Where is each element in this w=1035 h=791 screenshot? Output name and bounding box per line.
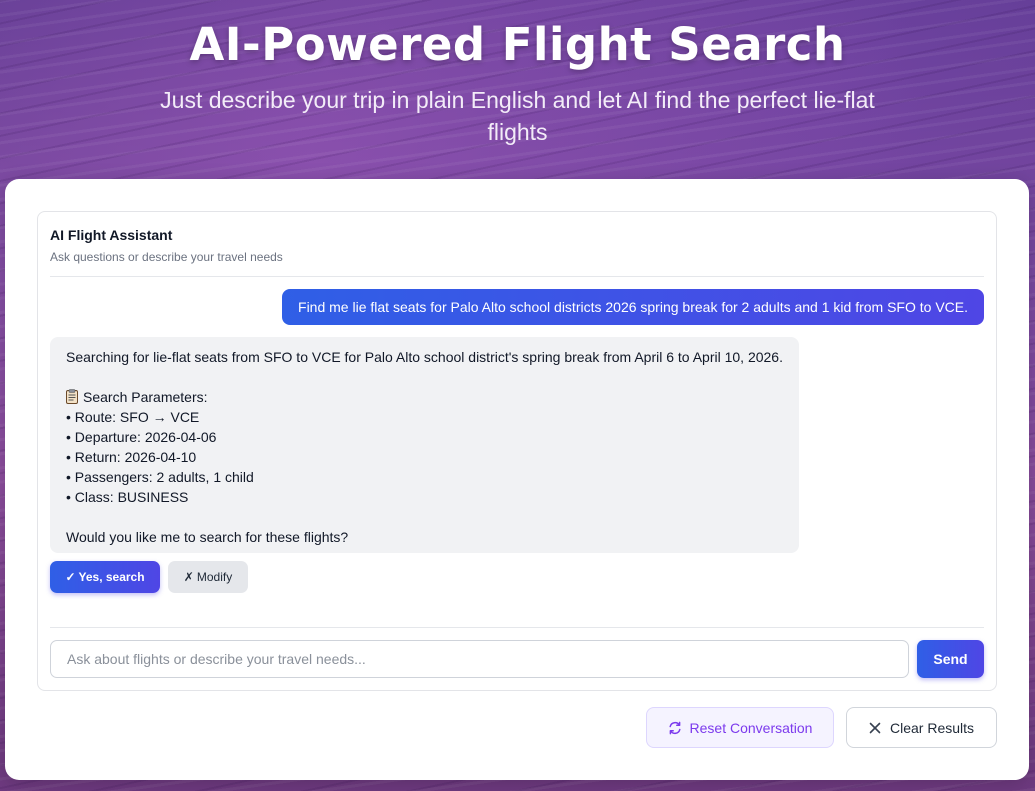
yes-search-button[interactable]: ✓ Yes, search	[50, 561, 160, 593]
clear-results-button[interactable]: Clear Results	[846, 707, 997, 748]
send-button[interactable]: Send	[917, 640, 984, 678]
ai-message: Searching for lie-flat seats from SFO to…	[50, 337, 799, 553]
user-message: Find me lie flat seats for Palo Alto sch…	[282, 289, 984, 325]
modify-label: Modify	[196, 570, 233, 584]
ai-intro-text: Searching for lie-flat seats from SFO to…	[66, 349, 783, 365]
search-params-heading: Search Parameters:	[66, 387, 783, 407]
clear-results-label: Clear Results	[889, 719, 975, 736]
reset-conversation-button[interactable]: Reset Conversation	[646, 707, 834, 748]
param-class: • Class: BUSINESS	[66, 489, 189, 505]
reset-conversation-label: Reset Conversation	[689, 719, 813, 736]
search-params-heading-text: Search Parameters:	[83, 389, 208, 405]
refresh-icon	[668, 721, 682, 735]
assistant-description: Ask questions or describe your travel ne…	[50, 250, 283, 264]
close-icon	[869, 722, 881, 734]
param-return: • Return: 2026-04-10	[66, 449, 197, 465]
page-subtitle: Just describe your trip in plain English…	[160, 87, 875, 145]
input-divider	[50, 627, 984, 628]
check-icon: ✓	[65, 570, 76, 584]
param-route: • Route: SFO → VCE	[66, 409, 200, 425]
modify-button[interactable]: ✗ Modify	[168, 561, 248, 593]
page-title: AI-Powered Flight Search	[189, 18, 846, 71]
param-departure: • Departure: 2026-04-06	[66, 429, 217, 445]
cross-icon: ✗	[183, 570, 194, 584]
header-divider	[50, 276, 984, 277]
assistant-panel: AI Flight Assistant Ask questions or des…	[37, 211, 997, 691]
chat-input[interactable]	[50, 640, 909, 678]
ai-question-text: Would you like me to search for these fl…	[66, 529, 349, 545]
clipboard-icon	[66, 389, 78, 404]
main-card: AI Flight Assistant Ask questions or des…	[5, 179, 1029, 780]
param-passengers: • Passengers: 2 adults, 1 child	[66, 469, 254, 485]
yes-search-label: Yes, search	[78, 570, 145, 584]
assistant-title: AI Flight Assistant	[50, 227, 173, 243]
